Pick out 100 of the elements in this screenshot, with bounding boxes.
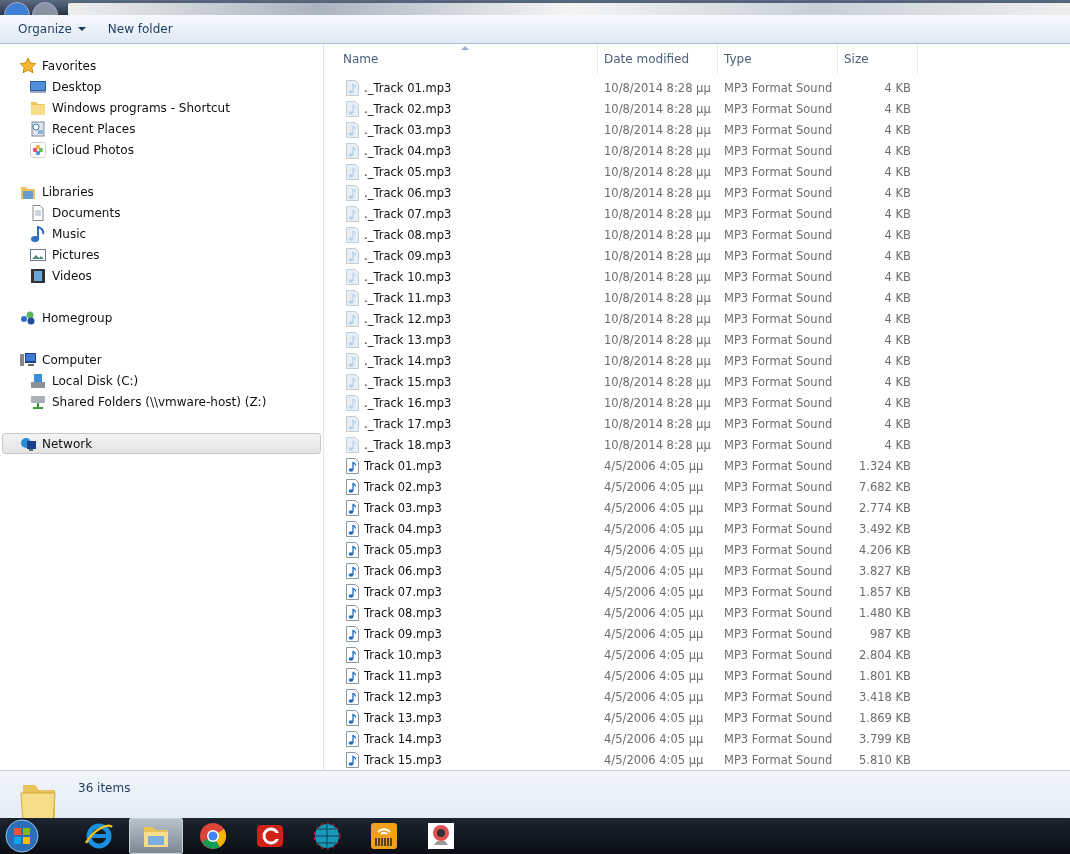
sort-arrow-icon (461, 46, 470, 50)
file-name[interactable]: Track 01.mp3 (364, 458, 442, 473)
nav-item[interactable]: Pictures (2, 244, 321, 265)
star-icon (20, 57, 36, 74)
file-size: 1.857 KB (859, 584, 911, 599)
nav-item[interactable]: Windows programs - Shortcut (2, 97, 321, 118)
file-name[interactable]: Track 04.mp3 (364, 521, 442, 536)
date-modified: 10/8/2014 8:28 μμ (604, 101, 711, 116)
file-type: MP3 Format Sound (724, 248, 833, 263)
column-header[interactable]: Name (341, 44, 598, 74)
file-name[interactable]: ._Track 11.mp3 (364, 290, 452, 305)
nav-item[interactable]: Computer (2, 349, 321, 370)
nav-item[interactable]: Shared Folders (\\vmware-host) (Z:) (2, 391, 321, 412)
computer-icon (20, 351, 36, 368)
people-icon (20, 309, 36, 326)
date-modified: 4/5/2006 4:05 μμ (604, 731, 704, 746)
file-name[interactable]: ._Track 03.mp3 (364, 122, 452, 137)
folder-icon (30, 99, 46, 116)
clock-document-icon (30, 120, 46, 137)
start-button[interactable] (2, 818, 42, 854)
file-name[interactable]: Track 02.mp3 (364, 479, 442, 494)
file-name[interactable]: ._Track 08.mp3 (364, 227, 452, 242)
file-type: MP3 Format Sound (724, 689, 833, 704)
audio-file-icon (345, 499, 360, 516)
file-type: MP3 Format Sound (724, 521, 833, 536)
audio-file-icon (345, 646, 360, 663)
nav-item[interactable]: Documents (2, 202, 321, 223)
date-modified: 10/8/2014 8:28 μμ (604, 311, 711, 326)
file-name[interactable]: Track 06.mp3 (364, 563, 442, 578)
column-header[interactable]: Size (838, 44, 918, 74)
file-name[interactable]: ._Track 10.mp3 (364, 269, 452, 284)
file-name[interactable]: Track 08.mp3 (364, 605, 442, 620)
file-name[interactable]: ._Track 01.mp3 (364, 80, 452, 95)
file-size: 4 KB (884, 416, 911, 431)
nav-item[interactable]: Local Disk (C:) (2, 370, 321, 391)
file-name[interactable]: ._Track 17.mp3 (364, 416, 452, 431)
file-type: MP3 Format Sound (724, 668, 833, 683)
file-name[interactable]: ._Track 14.mp3 (364, 353, 452, 368)
nav-item[interactable]: Music (2, 223, 321, 244)
audio-file-icon (345, 79, 360, 96)
file-type: MP3 Format Sound (724, 710, 833, 725)
toolbar-button[interactable]: New folder (98, 19, 182, 39)
nav-item[interactable]: iCloud Photos (2, 139, 321, 160)
file-name[interactable]: ._Track 12.mp3 (364, 311, 452, 326)
file-name[interactable]: Track 05.mp3 (364, 542, 442, 557)
file-name[interactable]: Track 10.mp3 (364, 647, 442, 662)
file-name[interactable]: ._Track 13.mp3 (364, 332, 452, 347)
nav-item[interactable]: Videos (2, 265, 321, 286)
file-name[interactable]: ._Track 18.mp3 (364, 437, 452, 452)
file-size: 4 KB (884, 248, 911, 263)
file-name[interactable]: Track 03.mp3 (364, 500, 442, 515)
date-modified: 10/8/2014 8:28 μμ (604, 248, 711, 263)
file-size: 4 KB (884, 311, 911, 326)
file-name[interactable]: Track 09.mp3 (364, 626, 442, 641)
audio-file-icon (345, 121, 360, 138)
date-modified: 10/8/2014 8:28 μμ (604, 332, 711, 347)
file-name[interactable]: ._Track 09.mp3 (364, 248, 452, 263)
file-size: 4 KB (884, 395, 911, 410)
file-name[interactable]: ._Track 05.mp3 (364, 164, 452, 179)
organize-menu[interactable]: Organize (9, 19, 95, 39)
file-type: MP3 Format Sound (724, 374, 833, 389)
file-size: 4 KB (884, 437, 911, 452)
date-modified: 10/8/2014 8:28 μμ (604, 80, 711, 95)
file-name[interactable]: Track 15.mp3 (364, 752, 442, 767)
file-name[interactable]: Track 14.mp3 (364, 731, 442, 746)
nav-item[interactable]: Recent Places (2, 118, 321, 139)
file-name[interactable]: Track 13.mp3 (364, 710, 442, 725)
file-size: 1.480 KB (859, 605, 911, 620)
file-name[interactable]: Track 11.mp3 (364, 668, 442, 683)
file-size: 4 KB (884, 143, 911, 158)
nav-item[interactable]: Network (2, 433, 321, 454)
date-modified: 10/8/2014 8:28 μμ (604, 353, 711, 368)
date-modified: 10/8/2014 8:28 μμ (604, 206, 711, 221)
file-name[interactable]: ._Track 02.mp3 (364, 101, 452, 116)
file-type: MP3 Format Sound (724, 731, 833, 746)
file-size: 4 KB (884, 353, 911, 368)
file-type: MP3 Format Sound (724, 143, 833, 158)
file-name[interactable]: ._Track 06.mp3 (364, 185, 452, 200)
nav-item[interactable]: Desktop (2, 76, 321, 97)
nav-item[interactable]: Homegroup (2, 307, 321, 328)
file-name[interactable]: ._Track 15.mp3 (364, 374, 452, 389)
globe-icon (312, 821, 342, 851)
file-name[interactable]: Track 07.mp3 (364, 584, 442, 599)
file-type: MP3 Format Sound (724, 605, 833, 620)
file-type: MP3 Format Sound (724, 626, 833, 641)
date-modified: 4/5/2006 4:05 μμ (604, 605, 704, 620)
column-header[interactable]: Type (718, 44, 838, 74)
audio-file-icon (345, 730, 360, 747)
nav-item[interactable]: Libraries (2, 181, 321, 202)
nav-item[interactable]: Favorites (2, 55, 321, 76)
document-icon (30, 204, 46, 221)
file-size: 4 KB (884, 185, 911, 200)
file-name[interactable]: ._Track 04.mp3 (364, 143, 452, 158)
column-header[interactable]: Date modified (598, 44, 718, 74)
file-name[interactable]: ._Track 16.mp3 (364, 395, 452, 410)
file-name[interactable]: Track 12.mp3 (364, 689, 442, 704)
file-name[interactable]: ._Track 07.mp3 (364, 206, 452, 221)
date-modified: 4/5/2006 4:05 μμ (604, 647, 704, 662)
file-type: MP3 Format Sound (724, 206, 833, 221)
date-modified: 10/8/2014 8:28 μμ (604, 395, 711, 410)
